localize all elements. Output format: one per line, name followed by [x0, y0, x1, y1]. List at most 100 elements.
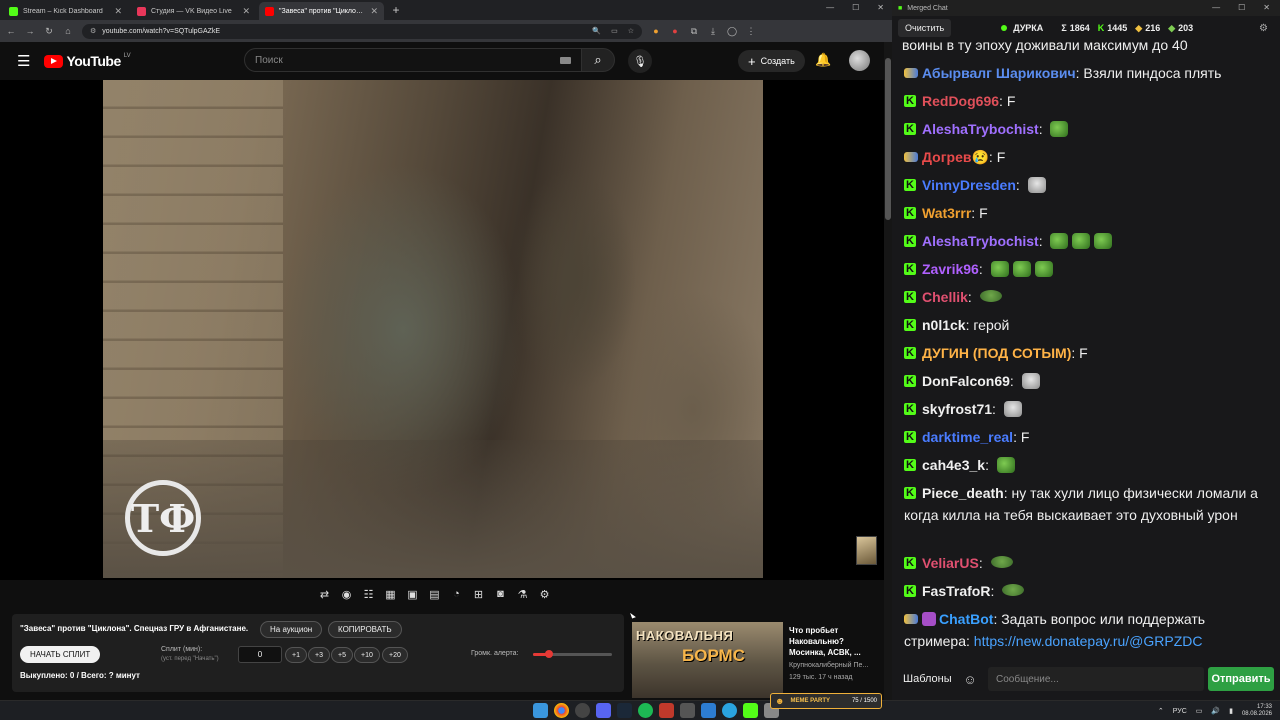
- download-icon[interactable]: ⤓: [708, 26, 718, 37]
- add-box-icon[interactable]: ⊞: [470, 584, 487, 604]
- chat-username[interactable]: Догрев😢: [922, 149, 989, 165]
- chat-username[interactable]: VeliarUS: [922, 555, 979, 571]
- start-windows-icon[interactable]: [533, 703, 548, 718]
- chat-username[interactable]: Chellik: [922, 289, 968, 305]
- tab-close-icon[interactable]: ✕: [370, 6, 378, 17]
- chat-username[interactable]: Piece_death: [922, 485, 1004, 501]
- camera-icon[interactable]: ◙: [492, 584, 509, 604]
- video-player[interactable]: ТФ: [0, 80, 884, 580]
- chat-username[interactable]: skyfrost71: [922, 401, 992, 417]
- send-button[interactable]: Отправить: [1208, 667, 1274, 691]
- search-button[interactable]: ⌕: [581, 48, 615, 72]
- broadcast-icon[interactable]: ◉: [338, 584, 355, 604]
- minimize-icon[interactable]: —: [1212, 3, 1220, 12]
- chat-username[interactable]: VinnyDresden: [922, 177, 1016, 193]
- templates-button[interactable]: Шаблоны: [896, 667, 959, 691]
- recommended-video[interactable]: НАКОВАЛЬНЯ БОРМС Что пробьет Наковальню?…: [632, 622, 884, 698]
- chat-message[interactable]: AleshaTrybochist:: [904, 230, 1274, 252]
- page-scrollbar[interactable]: [884, 42, 892, 700]
- obs-icon[interactable]: [575, 703, 590, 718]
- copy-button[interactable]: КОПИРОВАТЬ: [328, 621, 402, 638]
- film-icon[interactable]: ▤: [426, 584, 443, 604]
- maximize-icon[interactable]: ☐: [1238, 3, 1245, 12]
- extensions-puzzle-icon[interactable]: ⧉: [689, 26, 699, 37]
- chat-message[interactable]: FasTrafoR:: [904, 580, 1274, 602]
- address-bar[interactable]: ⚙ youtube.com/watch?v=SQTulpGAZkE 🔍 ▭ ☆: [82, 23, 642, 39]
- reload-icon[interactable]: ↻: [44, 26, 54, 37]
- add-5-button[interactable]: +5: [331, 647, 353, 663]
- chat-message[interactable]: RedDog696: F: [904, 90, 1274, 112]
- tab-vk-studio[interactable]: Студия — VK Видео Live ✕: [131, 2, 256, 20]
- youtube-logo[interactable]: YouTube LV: [44, 53, 131, 69]
- chat-message[interactable]: Chellik:: [904, 286, 1274, 308]
- recommended-channel[interactable]: Крупнокалиберный Пе...: [789, 662, 868, 669]
- hamburger-menu-icon[interactable]: ☰: [17, 52, 30, 70]
- telegram-icon[interactable]: [722, 703, 737, 718]
- add-20-button[interactable]: +20: [382, 647, 408, 663]
- alert-volume-slider[interactable]: [533, 650, 612, 658]
- chat-username[interactable]: Wat3rrr: [922, 205, 971, 221]
- chat-message-list[interactable]: воины в ту эпоху доживали максимум до 40…: [892, 40, 1280, 660]
- network-icon[interactable]: ▭: [1196, 707, 1203, 715]
- notifications-bell-icon[interactable]: 🔔: [815, 52, 831, 68]
- home-icon[interactable]: ⌂: [63, 26, 73, 36]
- battery-icon[interactable]: ▮: [1229, 707, 1233, 715]
- clear-chat-button[interactable]: Очистить: [898, 19, 952, 37]
- discord-icon[interactable]: [596, 703, 611, 718]
- chat-message[interactable]: ChatBot: Задать вопрос или поддержать ст…: [904, 608, 1274, 652]
- language-indicator[interactable]: РУС: [1173, 708, 1187, 715]
- chat-username[interactable]: AleshaTrybochist: [922, 121, 1039, 137]
- meme-party-widget[interactable]: ☻ MEME PARTY 75 / 1500: [770, 693, 882, 709]
- recommended-title[interactable]: Что пробьет Наковальню? Мосинка, АСВК, .…: [789, 625, 881, 658]
- chrome-icon[interactable]: [554, 703, 569, 718]
- app-icon[interactable]: [659, 703, 674, 718]
- maximize-icon[interactable]: ☐: [852, 3, 859, 12]
- flask-icon[interactable]: ⚗: [514, 584, 531, 604]
- scrollbar-thumb[interactable]: [885, 58, 891, 220]
- new-tab-button[interactable]: +: [388, 2, 404, 20]
- chat-message-link[interactable]: https://new.donatepay.ru/@GRPZDC: [974, 633, 1203, 649]
- volume-icon[interactable]: 🔊: [1211, 707, 1220, 715]
- keyboard-icon[interactable]: [560, 57, 571, 64]
- add-3-button[interactable]: +3: [308, 647, 330, 663]
- tab-close-icon[interactable]: ✕: [114, 6, 122, 17]
- chat-message[interactable]: n0l1ck: герой: [904, 314, 1274, 336]
- close-icon[interactable]: ✕: [877, 3, 884, 12]
- chat-message[interactable]: Wat3rrr: F: [904, 202, 1274, 224]
- tab-close-icon[interactable]: ✕: [242, 6, 250, 17]
- miniplayer-icon[interactable]: ▣: [404, 584, 421, 604]
- avatar[interactable]: [849, 50, 870, 71]
- chat-message[interactable]: Zavrik96:: [904, 258, 1274, 280]
- chat-message[interactable]: darktime_real: F: [904, 426, 1274, 448]
- chat-message[interactable]: Piece_death: ну так хули лицо физически …: [904, 482, 1274, 526]
- chat-message[interactable]: cah4e3_k:: [904, 454, 1274, 476]
- chat-username[interactable]: AleshaTrybochist: [922, 233, 1039, 249]
- split-minutes-input[interactable]: 0: [238, 646, 282, 663]
- chat-message[interactable]: AleshaTrybochist:: [904, 118, 1274, 140]
- extension-icon[interactable]: ●: [651, 26, 661, 36]
- loop-icon[interactable]: ⇄: [316, 584, 333, 604]
- chat-settings-gear-icon[interactable]: ⚙: [1259, 23, 1268, 34]
- auction-button[interactable]: На аукцион: [260, 621, 323, 638]
- chat-username[interactable]: ChatBot: [939, 611, 993, 627]
- extension-icon[interactable]: ●: [670, 26, 680, 36]
- chat-username[interactable]: ДУГИН (ПОД СОТЫМ): [922, 345, 1071, 361]
- tray-chevron-icon[interactable]: ⌃: [1158, 707, 1164, 715]
- chat-message[interactable]: VinnyDresden:: [904, 174, 1274, 196]
- create-button[interactable]: + Создать: [738, 50, 805, 72]
- alert-volume-knob[interactable]: [544, 650, 553, 658]
- chat-scrollbar[interactable]: [1270, 40, 1276, 660]
- chat-username[interactable]: DonFalcon69: [922, 373, 1010, 389]
- search-input[interactable]: Поиск: [244, 48, 582, 72]
- clock[interactable]: 17:33 08.08.2026: [1242, 704, 1272, 718]
- add-10-button[interactable]: +10: [354, 647, 380, 663]
- chat-username[interactable]: darktime_real: [922, 429, 1013, 445]
- tab-youtube-video[interactable]: "Завеса" против "Циклона" ✕: [259, 2, 384, 20]
- chat-message[interactable]: Догрев😢: F: [904, 146, 1274, 168]
- recommended-thumbnail[interactable]: НАКОВАЛЬНЯ БОРМС: [632, 622, 783, 698]
- minimize-icon[interactable]: —: [826, 3, 834, 12]
- spotify-icon[interactable]: [638, 703, 653, 718]
- chat-username[interactable]: FasTrafoR: [922, 583, 990, 599]
- chat-username[interactable]: cah4e3_k: [922, 457, 985, 473]
- zoom-icon[interactable]: 🔍: [592, 27, 601, 35]
